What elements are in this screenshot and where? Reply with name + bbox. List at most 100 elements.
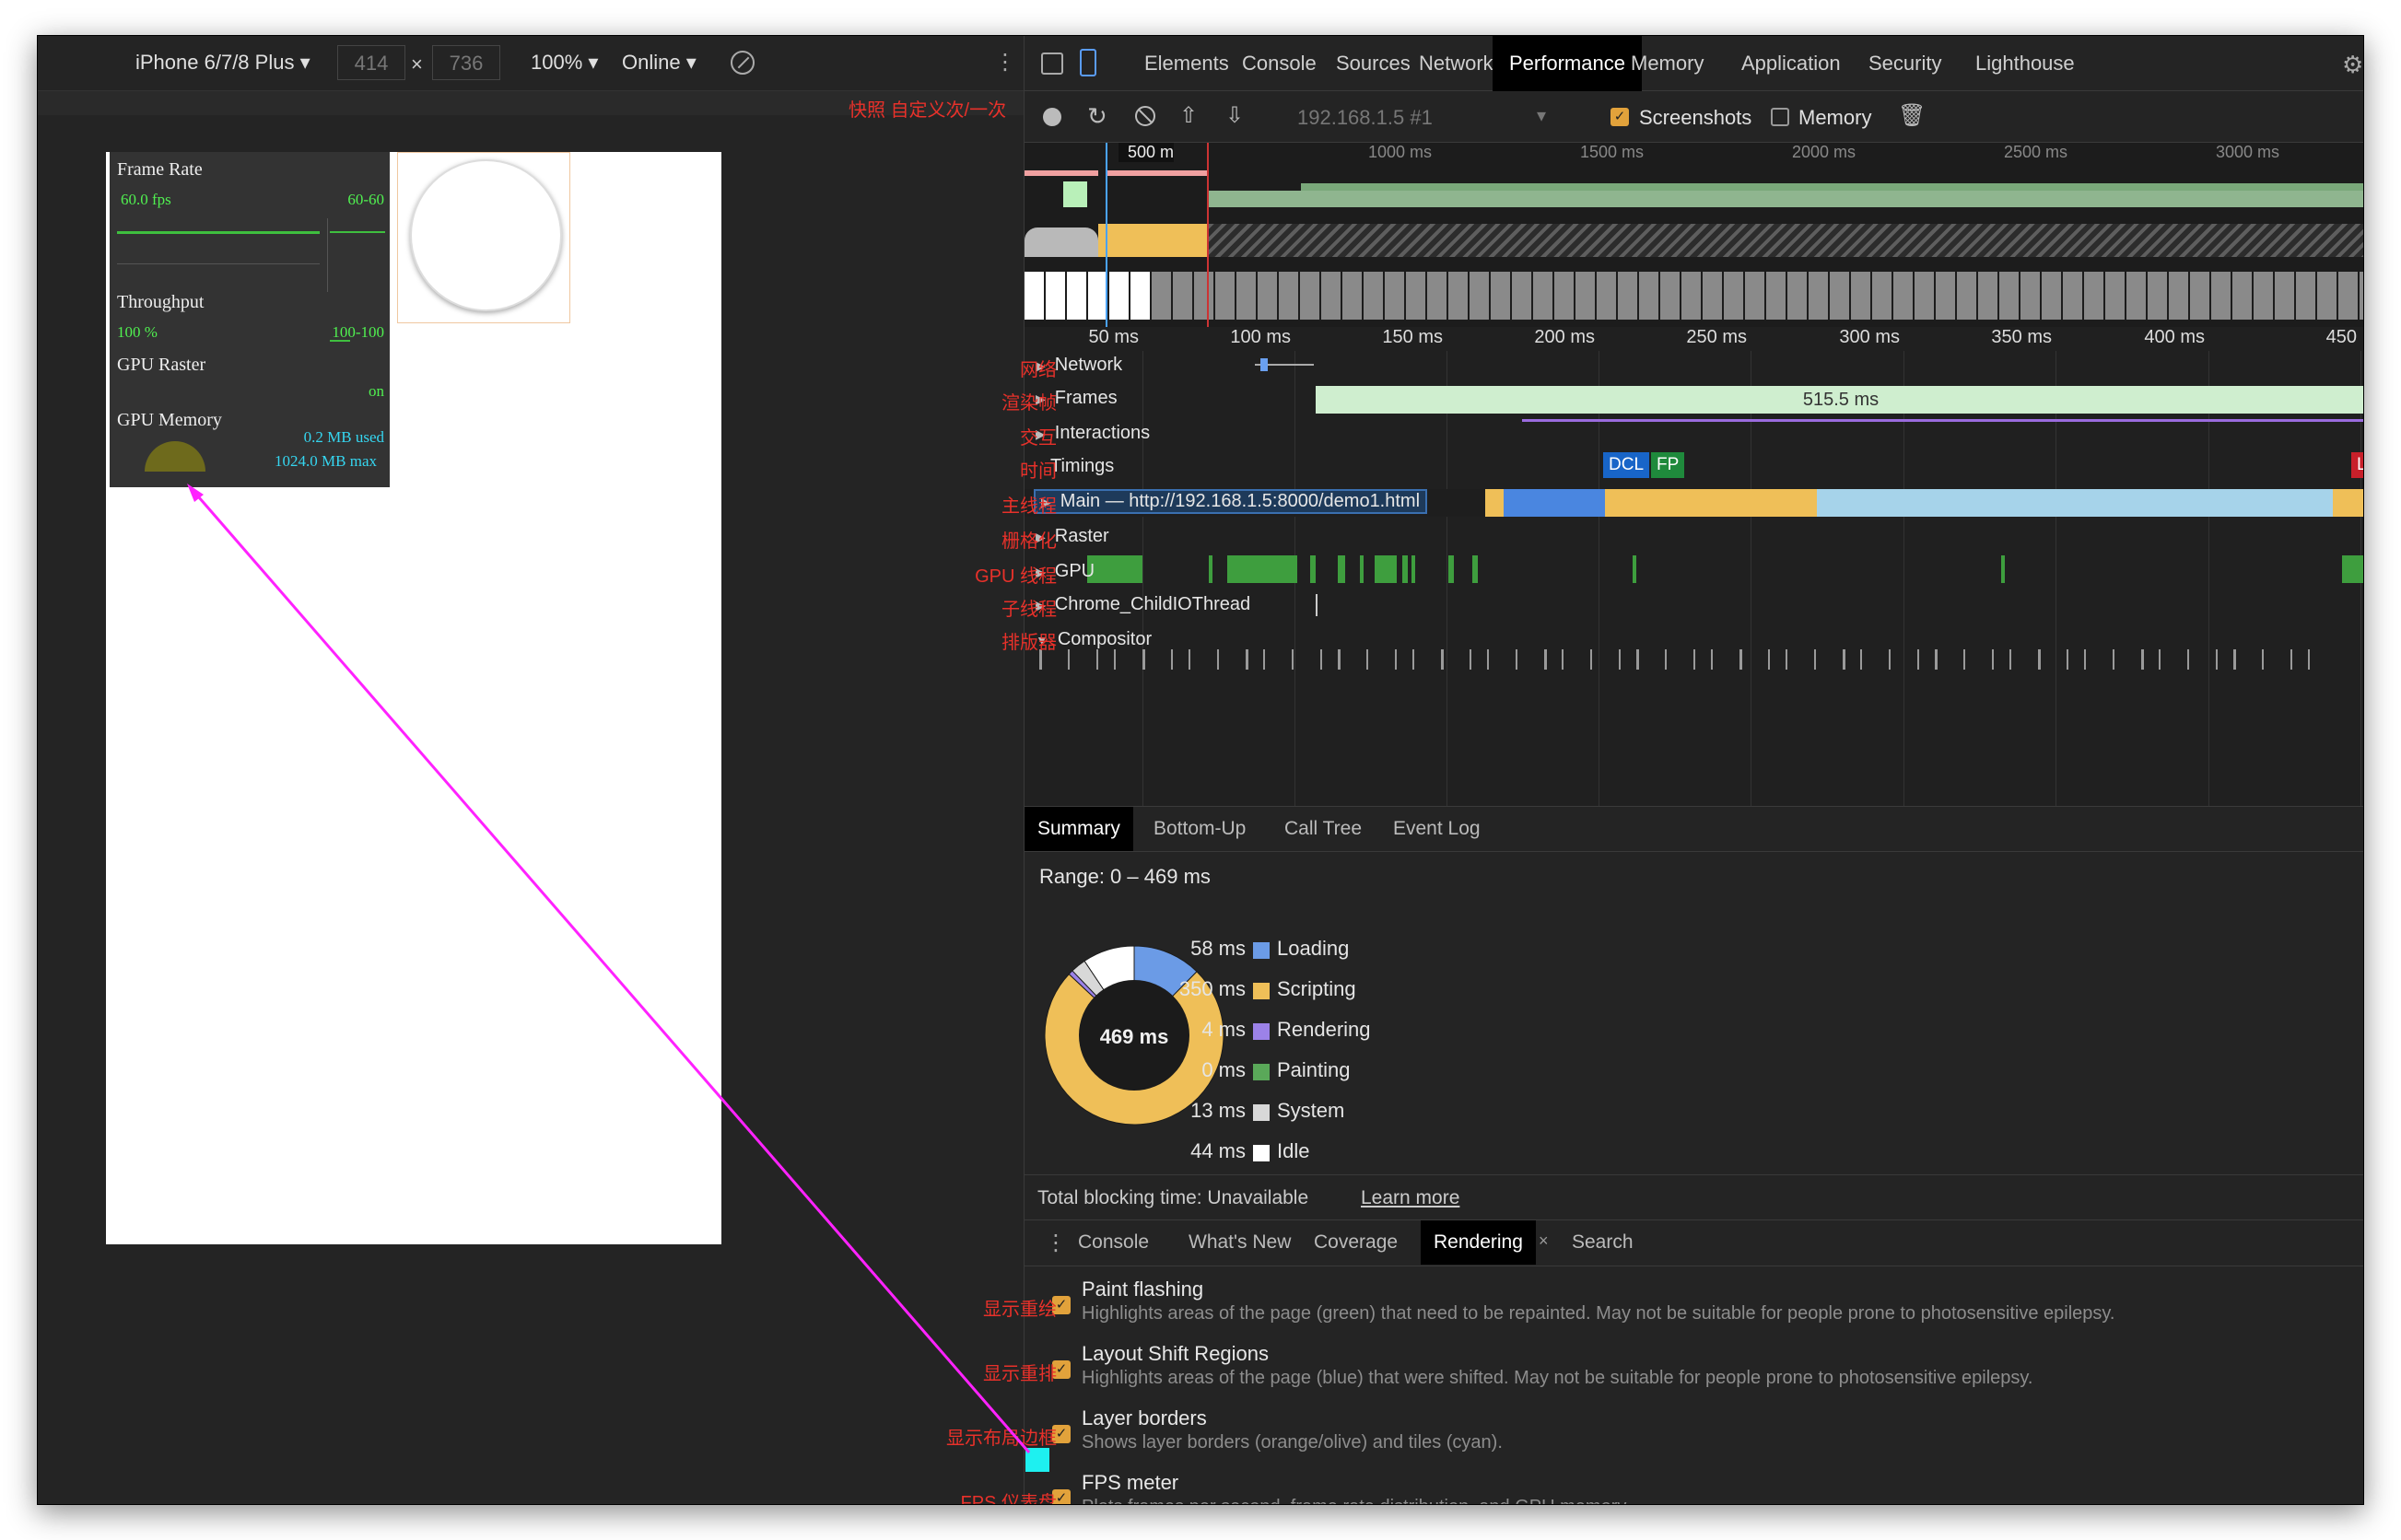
compositor-event[interactable] [1263,649,1265,670]
gpu-event[interactable] [1087,555,1142,583]
compositor-event[interactable] [1562,649,1564,670]
details-tab-call-tree[interactable]: Call Tree [1271,807,1375,851]
screenshots-checkbox[interactable]: ✓ [1610,108,1629,126]
settings-gear-icon[interactable]: ⚙ [2342,51,2363,79]
compositor-event[interactable] [1860,649,1862,670]
overview-selection-left[interactable] [1106,143,1107,327]
compositor-event[interactable] [2187,649,2189,670]
compositor-event[interactable] [1338,649,1341,670]
memory-checkbox[interactable] [1771,108,1789,126]
compositor-event[interactable] [2084,649,2086,670]
gpu-event[interactable] [1227,555,1297,583]
compositor-event[interactable] [1636,649,1639,670]
compositor-event[interactable] [1487,649,1489,670]
tab-lighthouse[interactable]: Lighthouse [1959,36,2091,91]
compositor-event[interactable] [1992,649,1994,670]
compositor-event[interactable] [1768,649,1770,670]
compositor-event[interactable] [1693,649,1695,670]
gpu-event[interactable] [1310,555,1316,583]
compositor-event[interactable] [1114,649,1116,670]
device-mode-icon[interactable] [1080,49,1096,76]
height-input[interactable]: 736 [432,45,500,80]
compositor-event[interactable] [1935,649,1938,670]
throttle-select[interactable]: Online ▾ [622,51,697,75]
compositor-event[interactable] [1292,649,1294,670]
compositor-event[interactable] [1246,649,1248,670]
close-tab-icon[interactable]: × [1539,1231,1549,1251]
details-tab-summary[interactable]: Summary [1025,807,1133,851]
track-main[interactable]: ▶ Main — http://192.168.1.5:8000/demo1.ht… [1033,489,1428,514]
compositor-event[interactable] [1619,649,1621,670]
timeline-overview[interactable]: 500 m 1000 ms 1500 ms 2000 ms 2500 ms 3000 ms [1025,143,2363,327]
compositor-event[interactable] [1395,649,1397,670]
compositor-event[interactable] [2308,649,2310,670]
tab-security[interactable]: Security [1852,36,1958,91]
gpu-event[interactable] [1360,555,1364,583]
compositor-event[interactable] [2067,649,2068,670]
compositor-event[interactable] [2233,649,2236,670]
details-tab-event-log[interactable]: Event Log [1380,807,1493,851]
compositor-event[interactable] [1068,649,1070,670]
track-child-io[interactable]: ▶ Chrome_ChildIOThread [1036,594,1250,615]
gpu-event[interactable] [1472,555,1478,583]
compositor-event[interactable] [1441,649,1444,670]
compositor-event[interactable] [1217,649,1219,670]
clear-icon[interactable] [1135,106,1155,126]
load-marker[interactable]: L [2351,452,2363,478]
more-icon[interactable]: ⋮ [994,49,1016,76]
compositor-event[interactable] [1470,649,1471,670]
tab-application[interactable]: Application [1725,36,1857,91]
details-tab-bottom-up[interactable]: Bottom-Up [1141,807,1259,851]
inspect-icon[interactable] [1041,52,1063,75]
track-timings[interactable]: Timings [1050,456,1114,477]
gpu-event[interactable] [1411,555,1415,583]
gpu-event[interactable] [1375,555,1397,583]
compositor-event[interactable] [1544,649,1547,670]
drawer-tab-what-s-new[interactable]: What's New [1176,1220,1304,1265]
compositor-event[interactable] [1142,649,1145,670]
garbage-collect-icon[interactable]: 🗑 [1898,102,1926,129]
gpu-event[interactable] [1209,555,1212,583]
compositor-event[interactable] [1814,649,1816,670]
compositor-event[interactable] [2009,649,2011,670]
compositor-event[interactable] [1711,649,1713,670]
compositor-event[interactable] [1963,649,1965,670]
compositor-event[interactable] [2159,649,2161,670]
gpu-event[interactable] [1633,555,1636,583]
compositor-event[interactable] [1917,649,1919,670]
zoom-select[interactable]: 100% ▾ [531,51,598,75]
reload-record-icon[interactable]: ↻ [1087,102,1107,131]
compositor-event[interactable] [1320,649,1322,670]
compositor-event[interactable] [1516,649,1517,670]
drawer-tab-search[interactable]: Search [1559,1220,1646,1265]
recording-select[interactable]: 192.168.1.5 #1 [1297,106,1433,130]
compositor-event[interactable] [1739,649,1742,670]
upload-icon[interactable]: ⇧ [1179,102,1198,129]
compositor-event[interactable] [2141,649,2144,670]
overview-selection-right[interactable] [1207,143,1209,327]
rotate-icon[interactable] [731,51,755,75]
frame-bar[interactable]: 515.5 ms [1316,386,2363,414]
compositor-event[interactable] [1786,649,1787,670]
drawer-tab-console[interactable]: Console [1065,1220,1162,1265]
compositor-event[interactable] [2113,649,2114,670]
network-request-bar[interactable] [1260,358,1268,371]
compositor-event[interactable] [2216,649,2218,670]
compositor-event[interactable] [1412,649,1414,670]
drawer-tab-coverage[interactable]: Coverage [1301,1220,1411,1265]
compositor-event[interactable] [1843,649,1845,670]
compositor-event[interactable] [1889,649,1891,670]
device-select[interactable]: iPhone 6/7/8 Plus ▾ [135,51,310,75]
gpu-event[interactable] [2001,555,2005,583]
compositor-event[interactable] [2038,649,2041,670]
dcl-marker[interactable]: DCL [1603,452,1650,478]
width-input[interactable]: 414 [337,45,405,80]
record-icon[interactable] [1043,108,1061,126]
compositor-event[interactable] [2262,649,2264,670]
download-icon[interactable]: ⇩ [1225,102,1244,129]
gpu-event[interactable] [1338,555,1345,583]
tab-memory[interactable]: Memory [1614,36,1720,91]
compositor-event[interactable] [1366,649,1368,670]
child-io-event[interactable] [1316,594,1318,616]
drawer-tab-rendering[interactable]: Rendering [1421,1220,1536,1265]
